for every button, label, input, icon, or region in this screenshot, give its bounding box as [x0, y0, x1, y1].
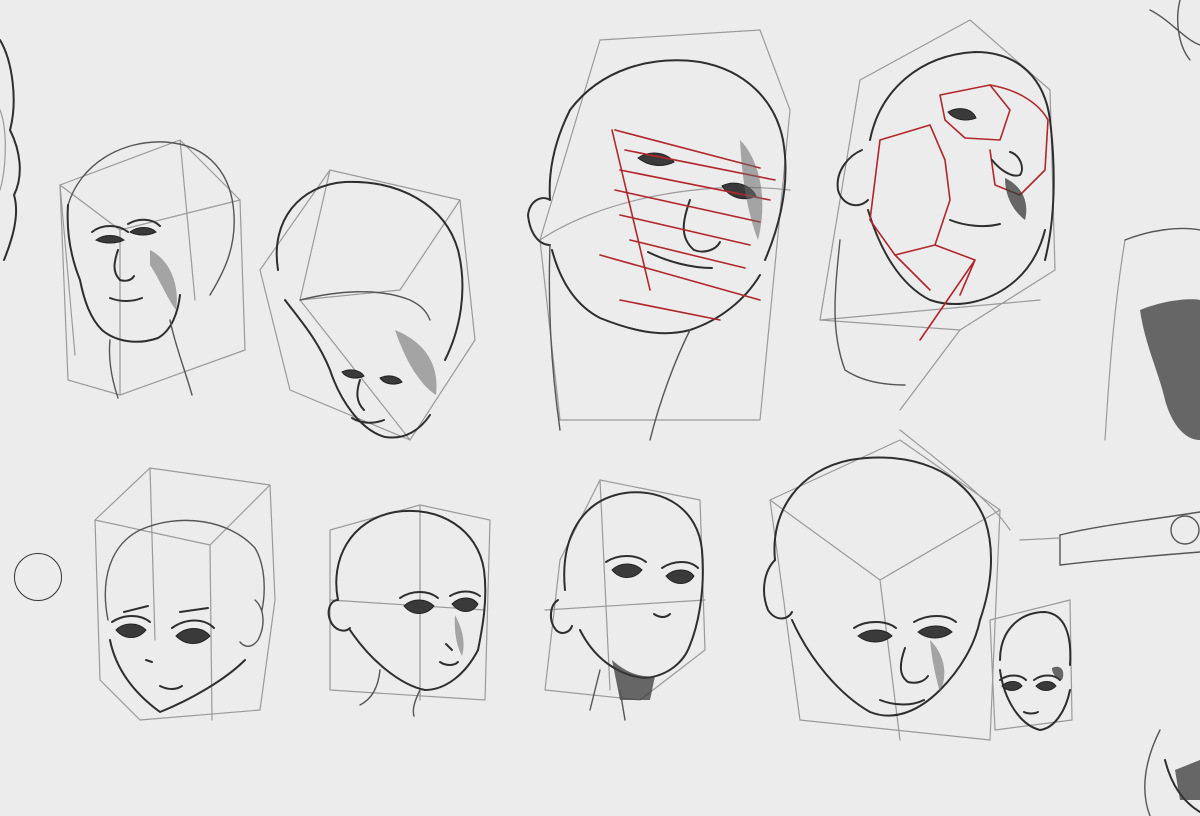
head-sketch-4	[819, 19, 1056, 411]
head-sketch-1	[59, 139, 246, 399]
head-sketch-5	[94, 467, 276, 721]
sketch-layer	[0, 0, 1200, 816]
head-sketch-7	[544, 479, 706, 721]
partial-figure-right-edge	[1019, 0, 1200, 816]
partial-head-left-edge	[0, 39, 21, 261]
head-sketch-3	[527, 29, 791, 441]
head-sketch-6	[327, 504, 491, 717]
head-sketch-9	[989, 599, 1073, 731]
head-sketch-2	[259, 169, 476, 441]
drawing-canvas[interactable]	[0, 0, 1200, 816]
head-sketch-8	[763, 429, 1011, 741]
